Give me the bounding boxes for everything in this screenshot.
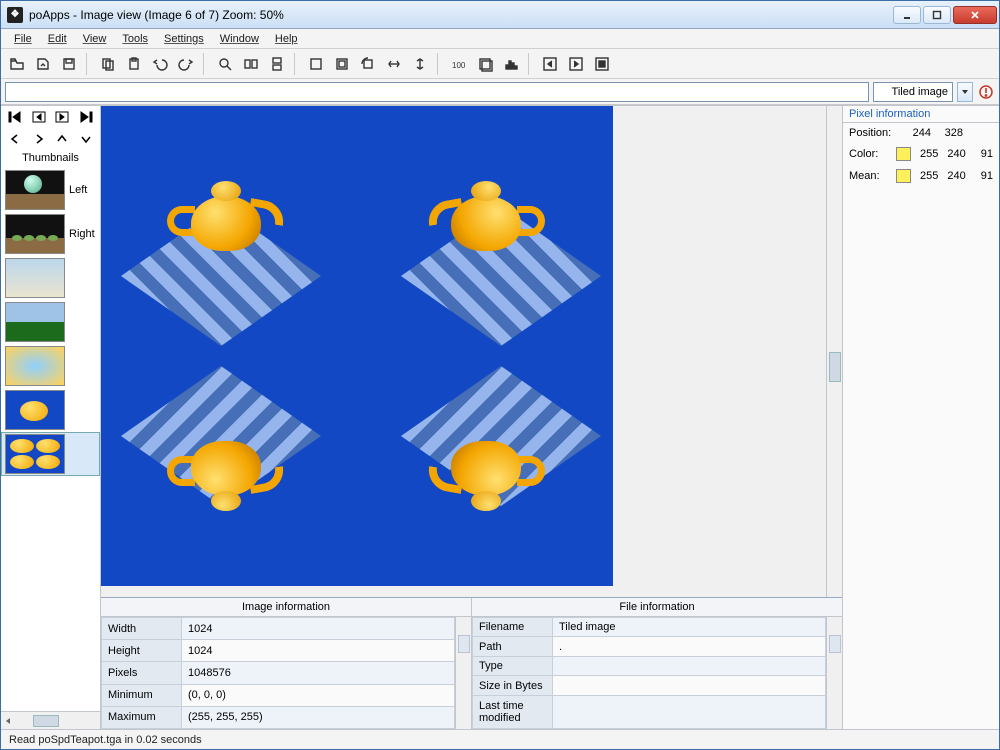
redo-button[interactable] [174, 52, 198, 76]
thumbnail-item[interactable]: Right [1, 212, 100, 256]
paste-button[interactable] [122, 52, 146, 76]
table-row: Path. [473, 637, 826, 656]
rect-select-button[interactable] [304, 52, 328, 76]
split-v-button[interactable] [265, 52, 289, 76]
table-row: Size in Bytes [473, 676, 826, 695]
prev-image-button[interactable] [538, 52, 562, 76]
pixel-info-panel: Pixel information Position: 244 328 Colo… [843, 106, 999, 729]
zoom-fit-button[interactable] [213, 52, 237, 76]
pixel-color-b: 91 [972, 148, 993, 160]
pixel-color-g: 240 [944, 148, 965, 160]
menu-settings[interactable]: Settings [157, 31, 211, 47]
status-text: Read poSpdTeapot.tga in 0.02 seconds [9, 734, 202, 746]
pixel-mean-swatch [896, 169, 911, 183]
save-button[interactable] [57, 52, 81, 76]
nav-first-button[interactable] [5, 108, 25, 126]
menu-window[interactable]: Window [213, 31, 266, 47]
thumbnail-item[interactable] [1, 344, 100, 388]
thumbnail-label: Left [69, 184, 87, 196]
view-mode-input[interactable] [873, 82, 953, 102]
arrow-up-button[interactable] [52, 130, 72, 148]
sidebar: Thumbnails Left Right [1, 106, 101, 729]
pixel-position-y: 328 [937, 127, 963, 139]
pixel-position-label: Position: [849, 127, 899, 139]
stop-button[interactable] [590, 52, 614, 76]
file-info-scrollbar[interactable] [826, 617, 842, 729]
pixel-position-x: 244 [905, 127, 931, 139]
menu-file[interactable]: File [7, 31, 39, 47]
split-h-button[interactable] [239, 52, 263, 76]
image-info-table: Width1024Height1024Pixels1048576Minimum(… [101, 617, 455, 729]
layers-button[interactable] [473, 52, 497, 76]
flip-v-button[interactable] [408, 52, 432, 76]
table-row: Height1024 [102, 640, 455, 662]
thumbnail-item[interactable] [1, 256, 100, 300]
window-close-button[interactable] [953, 6, 997, 24]
window-maximize-button[interactable] [923, 6, 951, 24]
address-input[interactable] [5, 82, 869, 102]
pixel-mean-b: 91 [972, 170, 993, 182]
arrow-down-button[interactable] [76, 130, 96, 148]
pixel-mean-g: 240 [944, 170, 965, 182]
arrow-right-button[interactable] [29, 130, 49, 148]
open-button[interactable] [5, 52, 29, 76]
crop-button[interactable] [330, 52, 354, 76]
nav-last-button[interactable] [76, 108, 96, 126]
pixel-color-label: Color: [849, 148, 890, 160]
nav-next-button[interactable] [52, 108, 72, 126]
next-image-button[interactable] [564, 52, 588, 76]
menu-view[interactable]: View [76, 31, 114, 47]
menu-tools[interactable]: Tools [115, 31, 155, 47]
counter-button[interactable]: 100 [447, 52, 471, 76]
pixel-color-r: 255 [917, 148, 938, 160]
status-bar: Read poSpdTeapot.tga in 0.02 seconds [1, 729, 999, 749]
table-row: Last time modified [473, 695, 826, 728]
undo-button[interactable] [148, 52, 172, 76]
table-row: Minimum(0, 0, 0) [102, 684, 455, 706]
pixel-info-header: Pixel information [843, 106, 999, 123]
thumbnails-list: Left Right [1, 166, 100, 711]
window-titlebar: ❖ poApps - Image view (Image 6 of 7) Zoo… [1, 1, 999, 29]
table-row: Width1024 [102, 618, 455, 640]
rotate-button[interactable] [356, 52, 380, 76]
thumbnail-label: Right [69, 228, 95, 240]
file-info-table: FilenameTiled imagePath.TypeSize in Byte… [472, 617, 826, 729]
svg-text:100: 100 [452, 61, 466, 70]
pixel-color-swatch [896, 147, 911, 161]
menubar: File Edit View Tools Settings Window Hel… [1, 29, 999, 49]
view-mode-dropdown-button[interactable] [957, 82, 973, 102]
arrow-left-button[interactable] [5, 130, 25, 148]
thumbnail-item[interactable]: Left [1, 168, 100, 212]
toolbar: 100 [1, 49, 999, 79]
flip-h-button[interactable] [382, 52, 406, 76]
thumbnails-title: Thumbnails [1, 150, 100, 166]
file-info-header: File information [472, 598, 842, 617]
table-row: Type [473, 656, 826, 675]
table-row: FilenameTiled image [473, 618, 826, 637]
image-info-scrollbar[interactable] [455, 617, 471, 729]
alert-icon[interactable] [977, 83, 995, 101]
pixel-mean-r: 255 [917, 170, 938, 182]
histogram-button[interactable] [499, 52, 523, 76]
recent-button[interactable] [31, 52, 55, 76]
address-row [1, 79, 999, 105]
table-row: Pixels1048576 [102, 662, 455, 684]
thumbnail-item[interactable] [1, 432, 100, 476]
copy-button[interactable] [96, 52, 120, 76]
pixel-mean-label: Mean: [849, 170, 890, 182]
window-minimize-button[interactable] [893, 6, 921, 24]
menu-help[interactable]: Help [268, 31, 305, 47]
thumbnail-item[interactable] [1, 300, 100, 344]
canvas-vscrollbar[interactable] [826, 106, 842, 597]
thumbnail-item[interactable] [1, 388, 100, 432]
sidebar-hscrollbar[interactable] [1, 711, 100, 729]
table-row: Maximum(255, 255, 255) [102, 706, 455, 728]
image-info-header: Image information [101, 598, 471, 617]
app-icon: ❖ [7, 7, 23, 23]
menu-edit[interactable]: Edit [41, 31, 74, 47]
window-title: poApps - Image view (Image 6 of 7) Zoom:… [29, 8, 284, 22]
image-canvas[interactable] [101, 106, 826, 597]
nav-prev-button[interactable] [29, 108, 49, 126]
